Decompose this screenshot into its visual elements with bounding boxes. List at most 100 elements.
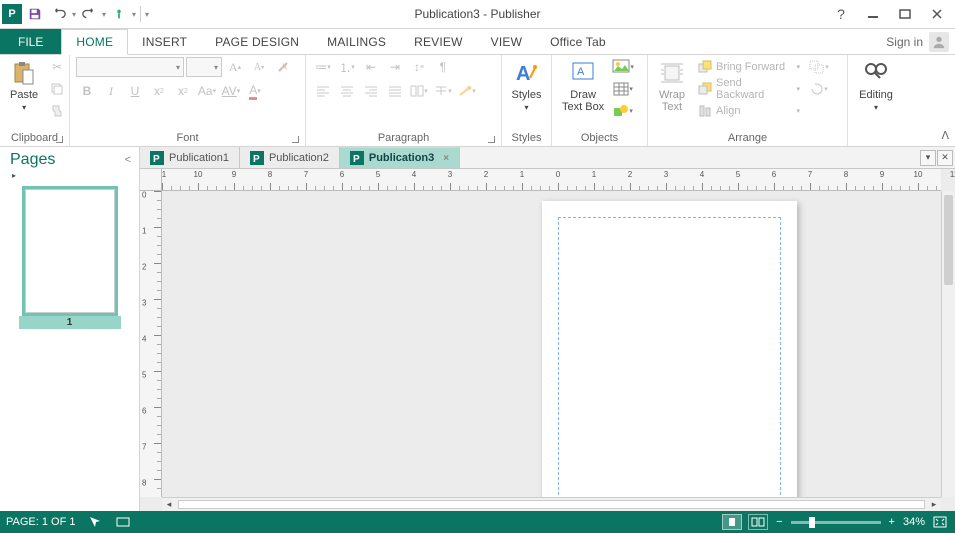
clear-formatting-icon: A — [272, 57, 294, 77]
ruler-tick: 5 — [736, 170, 740, 179]
svg-text:A: A — [281, 62, 287, 72]
group-label-styles: Styles — [508, 131, 545, 146]
canvas-viewport[interactable] — [162, 191, 941, 497]
ruler-corner — [140, 169, 162, 191]
editing-button[interactable]: Editing▾ — [855, 57, 897, 115]
horizontal-ruler[interactable]: 111098765432101234567891011 — [162, 169, 941, 191]
styles-button[interactable]: A Styles▾ — [508, 57, 546, 115]
shapes-icon[interactable]: ▾ — [612, 101, 634, 121]
undo-dropdown-icon[interactable]: ▾ — [72, 10, 76, 19]
collapse-ribbon-icon[interactable]: ᐱ — [941, 129, 949, 142]
object-size-icon[interactable] — [114, 513, 132, 531]
single-page-view-icon[interactable] — [722, 514, 742, 530]
publisher-doc-icon: P — [150, 151, 164, 165]
sign-in-label: Sign in — [886, 35, 923, 49]
pilcrow-icon: ¶ — [432, 57, 454, 77]
ruler-tick: 0 — [556, 170, 560, 179]
group-label-font: Font — [76, 131, 299, 146]
zoom-out-icon[interactable]: − — [774, 516, 784, 528]
font-size-combo[interactable]: ▾ — [186, 57, 222, 77]
ruler-tick: 6 — [340, 170, 344, 179]
page[interactable] — [542, 201, 797, 497]
document-area: P Publication1 P Publication2 P Publicat… — [140, 147, 955, 511]
ruler-tick: 8 — [844, 170, 848, 179]
send-backward-icon — [698, 82, 712, 96]
ruler-tick: 1 — [592, 170, 596, 179]
svg-text:A: A — [516, 63, 530, 85]
publisher-app-icon: P — [2, 4, 22, 24]
doc-tab-3[interactable]: P Publication3 × — [340, 147, 460, 168]
ruler-tick: 3 — [142, 299, 146, 308]
tab-insert[interactable]: INSERT — [128, 29, 201, 54]
page-margins-guide — [558, 217, 781, 497]
ruler-tick: 10 — [194, 170, 203, 179]
clipboard-launcher-icon[interactable] — [53, 133, 65, 145]
group-label-arrange: Arrange — [654, 131, 841, 146]
hscroll-track[interactable] — [178, 500, 925, 509]
format-painter-icon — [46, 101, 68, 121]
tab-mailings[interactable]: MAILINGS — [313, 29, 400, 54]
redo-icon[interactable] — [78, 3, 100, 25]
draw-text-box-button[interactable]: A Draw Text Box — [558, 57, 608, 115]
vscroll-thumb[interactable] — [944, 195, 953, 285]
hscroll-right-icon[interactable]: ▸ — [927, 498, 941, 511]
page-thumbnail[interactable]: 1 — [12, 186, 127, 329]
close-all-tabs-icon[interactable]: ✕ — [937, 150, 953, 166]
file-tab[interactable]: FILE — [0, 29, 61, 54]
redo-dropdown-icon[interactable]: ▾ — [102, 10, 106, 19]
thumbnail-preview — [22, 186, 118, 316]
fit-to-window-icon[interactable] — [931, 513, 949, 531]
copy-icon — [46, 79, 68, 99]
group-label-paragraph: Paragraph — [312, 131, 495, 146]
tab-view[interactable]: VIEW — [477, 29, 536, 54]
tab-page-design[interactable]: PAGE DESIGN — [201, 29, 313, 54]
save-icon[interactable] — [24, 3, 46, 25]
hscroll-left-icon[interactable]: ◂ — [162, 498, 176, 511]
tab-list-dropdown-icon[interactable]: ▾ — [920, 150, 936, 166]
doc-tab-1[interactable]: P Publication1 — [140, 147, 240, 168]
font-launcher-icon[interactable] — [289, 133, 301, 145]
minimize-icon[interactable] — [861, 3, 885, 25]
align-left-icon — [312, 81, 334, 101]
hyphenation-icon: ▾ — [456, 81, 478, 101]
table-icon[interactable]: ▾ — [612, 79, 634, 99]
close-tab-icon[interactable]: × — [443, 153, 449, 164]
cursor-position-icon[interactable] — [86, 513, 104, 531]
tab-home[interactable]: HOME — [61, 29, 128, 55]
help-icon[interactable]: ? — [829, 3, 853, 25]
qat-customize-icon[interactable]: ▾ — [145, 10, 149, 19]
undo-icon[interactable] — [48, 3, 70, 25]
canvas[interactable]: 111098765432101234567891011 012345678 ◂ … — [140, 169, 955, 511]
doc-tab-2[interactable]: P Publication2 — [240, 147, 340, 168]
line-spacing-icon: ↕≡ — [408, 57, 430, 77]
pages-caret-icon[interactable]: ▸ — [0, 171, 139, 180]
bring-forward-button: Bring Forward▾ — [694, 57, 804, 77]
tab-review[interactable]: REVIEW — [400, 29, 477, 54]
paragraph-launcher-icon[interactable] — [485, 133, 497, 145]
horizontal-scrollbar[interactable]: ◂ ▸ — [162, 497, 941, 511]
vertical-ruler[interactable]: 012345678 — [140, 191, 162, 497]
two-page-view-icon[interactable] — [748, 514, 768, 530]
ruler-tick: 10 — [914, 170, 923, 179]
tab-office-tab[interactable]: Office Tab — [536, 29, 620, 54]
status-page[interactable]: PAGE: 1 OF 1 — [6, 516, 76, 528]
font-name-combo[interactable]: ▾ — [76, 57, 184, 77]
zoom-in-icon[interactable]: + — [887, 516, 897, 528]
touch-dropdown-icon[interactable]: ▾ — [132, 10, 136, 19]
touch-mode-icon[interactable] — [108, 3, 130, 25]
pictures-icon[interactable]: ▾ — [612, 57, 634, 77]
wrap-text-icon — [658, 59, 686, 87]
pages-collapse-icon[interactable]: < — [125, 154, 131, 166]
zoom-slider-knob[interactable] — [809, 517, 815, 528]
group-clipboard: Paste▾ ✂ Clipboard — [0, 55, 70, 146]
group-label-objects: Objects — [558, 131, 641, 146]
sign-in-button[interactable]: Sign in — [886, 29, 955, 54]
zoom-slider[interactable] — [791, 521, 881, 524]
vertical-scrollbar[interactable] — [941, 191, 955, 497]
ribbon-tabs: FILE HOME INSERT PAGE DESIGN MAILINGS RE… — [0, 29, 955, 55]
justify-icon — [384, 81, 406, 101]
maximize-icon[interactable] — [893, 3, 917, 25]
close-icon[interactable] — [925, 3, 949, 25]
zoom-level[interactable]: 34% — [903, 516, 925, 528]
paste-button[interactable]: Paste▾ — [6, 57, 42, 115]
